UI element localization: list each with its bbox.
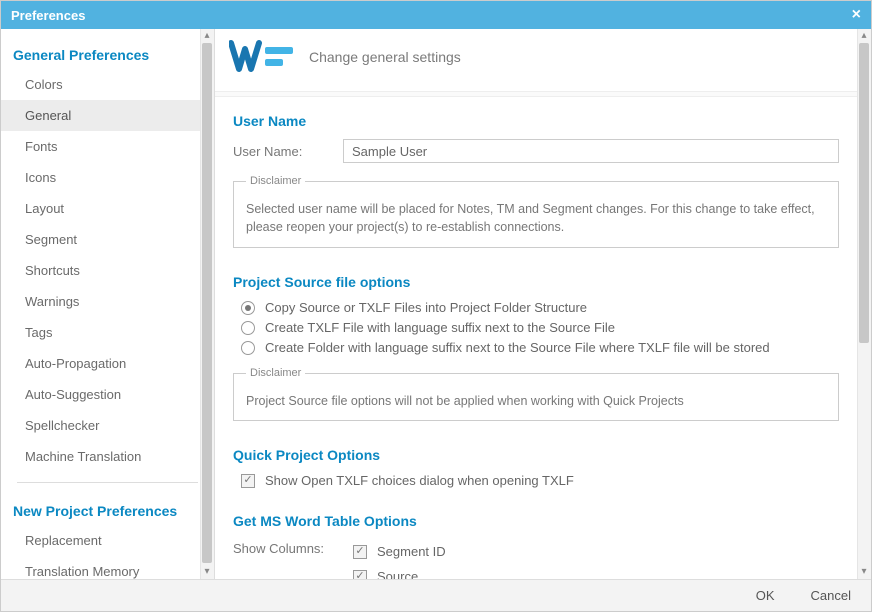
heading-project-source: Project Source file options bbox=[233, 274, 839, 290]
sidebar-item-shortcuts[interactable]: Shortcuts bbox=[1, 255, 214, 286]
disclaimer-legend-ps: Disclaimer bbox=[246, 365, 305, 382]
ok-button[interactable]: OK bbox=[756, 588, 775, 603]
checkbox-row-col-segment-id[interactable]: Segment ID bbox=[353, 544, 446, 559]
titlebar: Preferences × bbox=[1, 1, 871, 29]
sidebar-item-auto-propagation[interactable]: Auto-Propagation bbox=[1, 348, 214, 379]
section-quick-project: Quick Project Options Show Open TXLF cho… bbox=[215, 431, 857, 497]
checkbox-col-1[interactable] bbox=[353, 570, 367, 579]
section-user-name: User Name User Name: Disclaimer Selected… bbox=[215, 97, 857, 258]
checkbox-label-col-0: Segment ID bbox=[377, 544, 446, 559]
content: Change general settings User Name User N… bbox=[215, 29, 857, 579]
radio-label-ps-0: Copy Source or TXLF Files into Project F… bbox=[265, 300, 587, 315]
sidebar-item-tags[interactable]: Tags bbox=[1, 317, 214, 348]
row-user-name: User Name: bbox=[233, 139, 839, 163]
heading-ms-word: Get MS Word Table Options bbox=[233, 513, 839, 529]
scroll-up-icon[interactable]: ▴ bbox=[202, 31, 212, 41]
dialog-body: General Preferences ColorsGeneralFontsIc… bbox=[1, 29, 871, 579]
sidebar-item-fonts[interactable]: Fonts bbox=[1, 131, 214, 162]
radio-label-ps-2: Create Folder with language suffix next … bbox=[265, 340, 770, 355]
titlebar-title: Preferences bbox=[11, 8, 85, 23]
sidebar-item-spellchecker[interactable]: Spellchecker bbox=[1, 410, 214, 441]
content-header: Change general settings bbox=[215, 29, 857, 91]
sidebar-scrollthumb[interactable] bbox=[202, 43, 212, 563]
disclaimer-text-ps: Project Source file options will not be … bbox=[246, 394, 684, 408]
content-wrap: Change general settings User Name User N… bbox=[215, 29, 871, 579]
sidebar-inner: General Preferences ColorsGeneralFontsIc… bbox=[1, 29, 214, 579]
cancel-button[interactable]: Cancel bbox=[811, 588, 851, 603]
checkbox-col-0[interactable] bbox=[353, 545, 367, 559]
sidebar-item-colors[interactable]: Colors bbox=[1, 69, 214, 100]
scroll-up-icon[interactable]: ▴ bbox=[859, 31, 869, 41]
checkbox-open-txlf[interactable] bbox=[241, 474, 255, 488]
heading-user-name: User Name bbox=[233, 113, 839, 129]
disclaimer-text: Selected user name will be placed for No… bbox=[246, 202, 815, 235]
sidebar-scrollbar[interactable]: ▴ ▾ bbox=[200, 29, 214, 579]
radio-ps-1[interactable] bbox=[241, 321, 255, 335]
radio-row-ps-2[interactable]: Create Folder with language suffix next … bbox=[241, 340, 839, 355]
disclaimer-user-name: Disclaimer Selected user name will be pl… bbox=[233, 173, 839, 248]
sidebar-item-warnings[interactable]: Warnings bbox=[1, 286, 214, 317]
radio-ps-2[interactable] bbox=[241, 341, 255, 355]
preferences-dialog: Preferences × General Preferences Colors… bbox=[0, 0, 872, 612]
content-scrollbar[interactable]: ▴ ▾ bbox=[857, 29, 871, 579]
sidebar-item-segment[interactable]: Segment bbox=[1, 224, 214, 255]
input-user-name[interactable] bbox=[343, 139, 839, 163]
label-show-columns: Show Columns: bbox=[233, 539, 353, 579]
section-project-source: Project Source file options Copy Source … bbox=[215, 258, 857, 431]
radio-row-ps-1[interactable]: Create TXLF File with language suffix ne… bbox=[241, 320, 839, 335]
close-icon[interactable]: × bbox=[852, 6, 861, 24]
heading-quick-project: Quick Project Options bbox=[233, 447, 839, 463]
section-ms-word: Get MS Word Table Options Show Columns: … bbox=[215, 497, 857, 579]
scroll-down-icon[interactable]: ▾ bbox=[202, 567, 212, 577]
sidebar-item-icons[interactable]: Icons bbox=[1, 162, 214, 193]
checkbox-label-open-txlf: Show Open TXLF choices dialog when openi… bbox=[265, 473, 574, 488]
sidebar-item-general[interactable]: General bbox=[1, 100, 214, 131]
radio-label-ps-1: Create TXLF File with language suffix ne… bbox=[265, 320, 615, 335]
checkbox-row-col-source[interactable]: Source bbox=[353, 569, 446, 579]
sidebar-section-general: General Preferences bbox=[1, 37, 214, 69]
radio-ps-0[interactable] bbox=[241, 301, 255, 315]
dialog-footer: OK Cancel bbox=[1, 579, 871, 611]
radio-row-ps-0[interactable]: Copy Source or TXLF Files into Project F… bbox=[241, 300, 839, 315]
sidebar-item-replacement[interactable]: Replacement bbox=[1, 525, 214, 556]
sidebar-item-machine-translation[interactable]: Machine Translation bbox=[1, 441, 214, 472]
sidebar: General Preferences ColorsGeneralFontsIc… bbox=[1, 29, 215, 579]
app-logo-icon bbox=[229, 37, 299, 77]
disclaimer-legend: Disclaimer bbox=[246, 173, 305, 190]
sidebar-divider bbox=[17, 482, 198, 483]
disclaimer-project-source: Disclaimer Project Source file options w… bbox=[233, 365, 839, 421]
scroll-down-icon[interactable]: ▾ bbox=[859, 567, 869, 577]
sidebar-section-newproject: New Project Preferences bbox=[1, 493, 214, 525]
sidebar-item-layout[interactable]: Layout bbox=[1, 193, 214, 224]
sidebar-item-auto-suggestion[interactable]: Auto-Suggestion bbox=[1, 379, 214, 410]
label-user-name: User Name: bbox=[233, 144, 343, 159]
show-columns-block: Show Columns: Segment IDSourceScore bbox=[233, 539, 839, 579]
checkbox-label-col-1: Source bbox=[377, 569, 418, 579]
content-scrollthumb[interactable] bbox=[859, 43, 869, 343]
sidebar-item-translation-memory[interactable]: Translation Memory bbox=[1, 556, 214, 579]
page-title: Change general settings bbox=[309, 49, 461, 65]
checkbox-row-open-txlf[interactable]: Show Open TXLF choices dialog when openi… bbox=[241, 473, 839, 488]
